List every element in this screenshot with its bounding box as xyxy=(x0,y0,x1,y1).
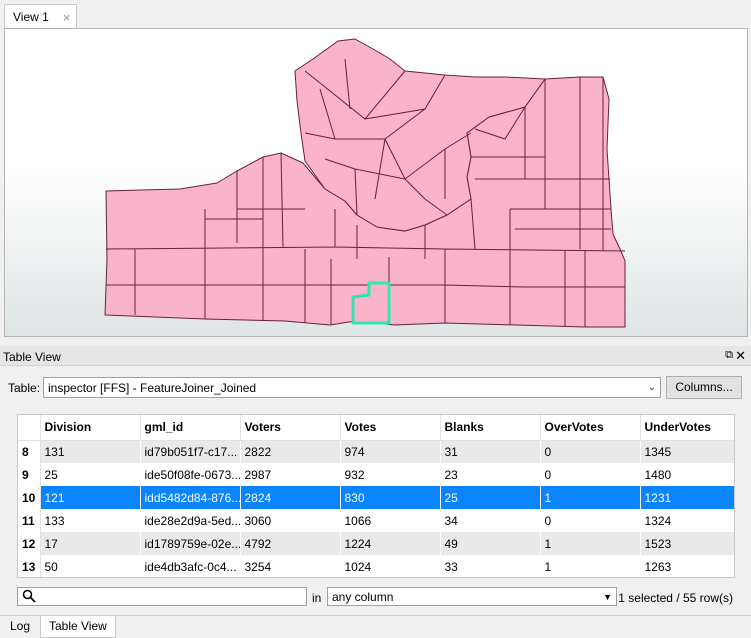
table-cell[interactable]: 1224 xyxy=(340,532,441,555)
row-number[interactable]: 13 xyxy=(18,555,41,577)
table-cell[interactable]: 3254 xyxy=(240,555,341,577)
table-cell[interactable]: 2822 xyxy=(240,440,341,463)
tab-log[interactable]: Log xyxy=(2,616,38,638)
column-header-division[interactable]: Division xyxy=(40,415,141,441)
table-row[interactable]: 9 25 ide50f08fe-0673... 2987 932 23 0 14… xyxy=(18,463,734,486)
tab-table-view[interactable]: Table View xyxy=(40,616,116,638)
column-header-overvotes[interactable]: OverVotes xyxy=(540,415,641,441)
table-cell[interactable]: ide28e2d9a-5ed... xyxy=(140,509,241,532)
column-header-voters[interactable]: Voters xyxy=(240,415,341,441)
bottom-tab-bar: Log Table View xyxy=(0,615,751,638)
table-row[interactable]: 13 50 ide4db3afc-0c4... 3254 1024 33 1 1… xyxy=(18,555,734,577)
table-cell[interactable]: 1024 xyxy=(340,555,441,577)
table-cell[interactable]: 0 xyxy=(540,463,641,486)
table-cell[interactable]: 1 xyxy=(540,532,641,555)
close-panel-icon[interactable]: ✕ xyxy=(735,348,746,364)
table-cell[interactable]: 1523 xyxy=(640,532,734,555)
row-number[interactable]: 10 xyxy=(18,486,41,509)
map-canvas[interactable] xyxy=(5,29,748,337)
data-grid[interactable]: Division gml_id Voters Votes Blanks Over… xyxy=(17,414,735,578)
table-cell[interactable]: idd5482d84-876... xyxy=(140,486,241,509)
table-cell[interactable]: 1480 xyxy=(640,463,734,486)
column-filter-value: any column xyxy=(332,589,394,604)
panel-title: Table View xyxy=(3,350,61,364)
data-table: Division gml_id Voters Votes Blanks Over… xyxy=(18,415,734,577)
row-number[interactable]: 9 xyxy=(18,463,41,486)
table-cell[interactable]: ide4db3afc-0c4... xyxy=(140,555,241,577)
table-select-value: inspector [FFS] - FeatureJoiner_Joined xyxy=(48,380,257,395)
table-row[interactable]: 8 131 id79b051f7-c17... 2822 974 31 0 13… xyxy=(18,440,734,463)
table-cell[interactable]: 33 xyxy=(440,555,541,577)
table-view-panel-header: Table View ⧉ ✕ xyxy=(0,346,751,366)
table-row-selected[interactable]: 10 121 idd5482d84-876... 2824 830 25 1 1… xyxy=(18,486,734,509)
table-cell[interactable]: 1 xyxy=(540,486,641,509)
row-number[interactable]: 12 xyxy=(18,532,41,555)
table-cell[interactable]: 3060 xyxy=(240,509,341,532)
column-filter-select[interactable]: any column ▼ xyxy=(327,587,617,606)
table-cell[interactable]: 2824 xyxy=(240,486,341,509)
table-cell[interactable]: 49 xyxy=(440,532,541,555)
table-cell[interactable]: 974 xyxy=(340,440,441,463)
column-header-undervotes[interactable]: UnderVotes xyxy=(640,415,734,441)
table-row[interactable]: 11 133 ide28e2d9a-5ed... 3060 1066 34 0 … xyxy=(18,509,734,532)
header-row: Division gml_id Voters Votes Blanks Over… xyxy=(18,415,734,441)
column-header-gml-id[interactable]: gml_id xyxy=(140,415,241,441)
table-cell[interactable]: ide50f08fe-0673... xyxy=(140,463,241,486)
chevron-down-icon: ⌄ xyxy=(647,382,656,393)
table-cell[interactable]: 34 xyxy=(440,509,541,532)
table-cell[interactable]: 2987 xyxy=(240,463,341,486)
column-header-blanks[interactable]: Blanks xyxy=(440,415,541,441)
table-cell[interactable]: 121 xyxy=(40,486,141,509)
float-panel-icon[interactable]: ⧉ xyxy=(725,349,733,362)
table-cell[interactable]: 1 xyxy=(540,555,641,577)
table-select[interactable]: inspector [FFS] - FeatureJoiner_Joined ⌄ xyxy=(43,377,661,398)
table-cell[interactable]: 932 xyxy=(340,463,441,486)
table-cell[interactable]: 0 xyxy=(540,509,641,532)
tab-label: View 1 xyxy=(13,10,49,24)
table-cell[interactable]: 1066 xyxy=(340,509,441,532)
table-cell[interactable]: 133 xyxy=(40,509,141,532)
table-cell[interactable]: 131 xyxy=(40,440,141,463)
table-cell[interactable]: 23 xyxy=(440,463,541,486)
table-cell[interactable]: id79b051f7-c17... xyxy=(140,440,241,463)
table-cell[interactable]: 31 xyxy=(440,440,541,463)
table-label: Table: xyxy=(8,381,41,395)
table-cell[interactable]: 4792 xyxy=(240,532,341,555)
corner-header xyxy=(18,415,41,441)
table-row[interactable]: 12 17 id1789759e-02e... 4792 1224 49 1 1… xyxy=(18,532,734,555)
table-cell[interactable]: 50 xyxy=(40,555,141,577)
columns-button[interactable]: Columns... xyxy=(666,376,742,399)
search-icon xyxy=(22,589,36,603)
map-view[interactable] xyxy=(4,28,748,337)
table-cell[interactable]: 1345 xyxy=(640,440,734,463)
selection-status: 1 selected / 55 row(s) xyxy=(618,591,733,605)
view-tab-bar: View 1 × xyxy=(0,0,751,29)
table-cell[interactable]: 830 xyxy=(340,486,441,509)
table-cell[interactable]: 1324 xyxy=(640,509,734,532)
column-header-votes[interactable]: Votes xyxy=(340,415,441,441)
table-cell[interactable]: 25 xyxy=(440,486,541,509)
dropdown-arrow-icon: ▼ xyxy=(603,591,612,602)
table-cell[interactable]: id1789759e-02e... xyxy=(140,532,241,555)
in-label: in xyxy=(312,591,322,605)
table-cell[interactable]: 25 xyxy=(40,463,141,486)
table-cell[interactable]: 1263 xyxy=(640,555,734,577)
table-cell[interactable]: 0 xyxy=(540,440,641,463)
row-number[interactable]: 8 xyxy=(18,440,41,463)
tab-view-1[interactable]: View 1 × xyxy=(4,4,77,29)
table-cell[interactable]: 17 xyxy=(40,532,141,555)
search-input[interactable] xyxy=(17,587,307,606)
row-number[interactable]: 11 xyxy=(18,509,41,532)
close-icon[interactable]: × xyxy=(63,11,71,24)
table-cell[interactable]: 1231 xyxy=(640,486,734,509)
